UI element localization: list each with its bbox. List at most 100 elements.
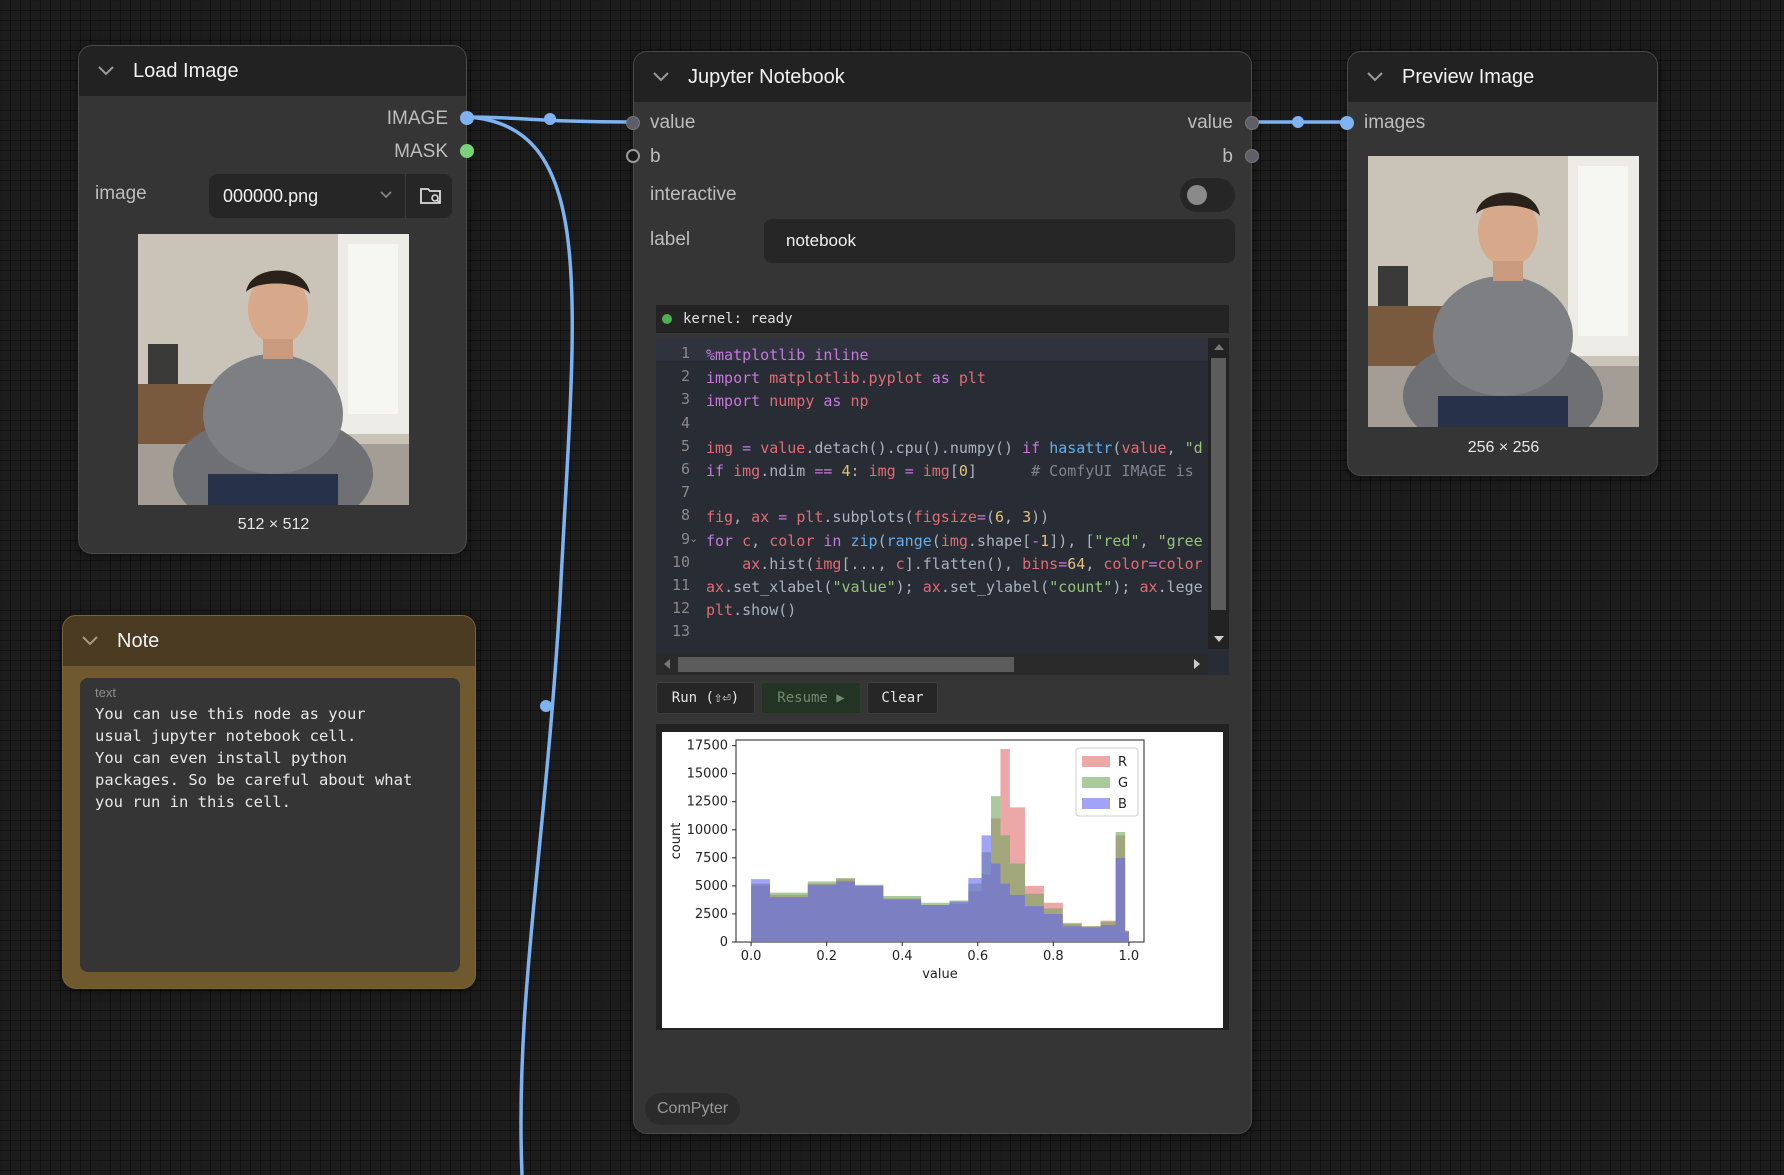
histogram-figure: 0.0 0.2 0.4 0.6 0.8 1.0 0 2500 5000 7500 10000 1250… [662,732,1223,1028]
x-tick-label: 0.2 [816,949,837,964]
scroll-right-icon[interactable] [1194,659,1200,669]
node-header[interactable]: Jupyter Notebook [634,52,1251,102]
y-tick-label: 0 [720,935,728,950]
scroll-left-icon[interactable] [664,659,670,669]
preview-image-node[interactable]: Preview Image images 256 × 256 [1340,51,1658,476]
histogram-chart: 0.0 0.2 0.4 0.6 0.8 1.0 0 2500 5000 7500 10000 1250… [669,739,1145,982]
code-line[interactable]: import matplotlib.pyplot as plt [706,367,1208,390]
x-axis-label: value [922,967,958,982]
chevron-down-icon[interactable] [79,630,101,652]
footer-badge: ComPyter [645,1093,741,1125]
folder-search-icon[interactable] [419,185,443,212]
load-image-node[interactable]: Load Image IMAGE MASK image 000000.png 5… [78,45,474,554]
x-tick-label: 1.0 [1119,949,1140,964]
scrollbar-thumb[interactable] [1211,358,1226,610]
scrollbar-thumb[interactable] [678,657,1014,672]
scroll-down-icon[interactable] [1214,636,1224,642]
chevron-down-icon[interactable] [1364,66,1386,88]
node-header[interactable]: Preview Image [1348,52,1657,102]
code-line[interactable]: plt.show() [706,599,1208,622]
code-line[interactable]: import numpy as np [706,390,1208,413]
code-text[interactable]: %matplotlib inline import matplotlib.pypl… [706,344,1208,645]
image-size-caption: 512 × 512 [237,516,310,533]
code-line[interactable]: ax.set_xlabel("value"); ax.set_ylabel("c… [706,576,1208,599]
note-textarea[interactable]: text You can use this node as your usual… [80,678,460,972]
code-line[interactable]: %matplotlib inline [706,344,1208,367]
code-line[interactable]: fig, ax = plt.subplots(figsize=(6, 3)) [706,506,1208,529]
y-tick-label: 12500 [687,795,728,810]
output-slot-value[interactable]: value [1188,112,1233,134]
output-slot-image[interactable]: IMAGE [387,108,448,130]
input-dot-value[interactable] [626,116,640,130]
chevron-down-icon[interactable] [650,66,672,88]
input-slot-value[interactable]: value [650,112,695,134]
wire-reroute-dot[interactable] [540,700,552,712]
slot-label: value [1187,112,1233,133]
slot-label: value [650,112,696,133]
input-slot-images[interactable]: images [1364,112,1425,134]
line-number: 11 [671,575,690,594]
code-line[interactable]: img = value.detach().cpu().numpy() if ha… [706,437,1208,460]
output-dot-b[interactable] [1245,149,1259,163]
y-tick-label: 15000 [687,767,728,782]
x-tick-label: 0.4 [892,949,913,964]
legend-label-g: G [1118,776,1128,791]
output-dot-mask[interactable] [460,144,474,158]
toggle-knob [1187,185,1207,205]
vertical-scrollbar[interactable] [1208,338,1229,649]
portrait-photo [1368,156,1639,427]
line-number: 9 [680,529,690,548]
resume-button[interactable]: Resume ▶ [761,682,861,714]
image-preview [1368,156,1639,427]
image-select[interactable]: 000000.png [209,174,452,218]
jupyter-notebook-node[interactable]: Jupyter Notebook value b value b interac… [626,51,1259,1134]
y-tick-label: 17500 [687,739,728,754]
clear-button[interactable]: Clear [867,682,938,714]
legend-label-r: R [1118,755,1127,770]
slot-label: b [650,146,661,167]
portrait-photo [138,234,409,505]
output-dot-image[interactable] [460,111,474,125]
input-dot-images[interactable] [1340,116,1354,130]
chevron-down-icon[interactable] [95,60,117,82]
interactive-toggle[interactable] [1180,178,1235,212]
x-tick-label: 0.8 [1043,949,1064,964]
interactive-label: interactive [650,184,737,205]
output-slot-b[interactable]: b [1222,146,1233,168]
code-line[interactable]: for c, color in zip(range(img.shape[-1])… [706,530,1208,553]
output-dot-value[interactable] [1245,116,1259,130]
code-line[interactable]: ax.hist(img[..., c].flatten(), bins=64, … [706,553,1208,576]
chevron-down-icon [379,187,393,205]
line-number: 1 [680,344,690,362]
kernel-status-bar: kernel: ready [656,305,1229,333]
line-number: 2 [680,367,690,386]
code-line[interactable]: if img.ndim == 4: img = img[0] # ComfyUI… [706,460,1208,483]
image-preview [138,234,409,505]
code-editor[interactable]: 1 2 3 4 5 6 7 8 9 ⌄ 10 11 12 13 %matplotl… [656,338,1229,675]
input-dot-b[interactable] [626,149,640,163]
wire-reroute-dot[interactable] [1292,116,1304,128]
node-header[interactable]: Note [63,616,475,666]
output-slot-mask[interactable]: MASK [394,141,448,163]
image-select-value: 000000.png [223,185,319,206]
line-number: 8 [680,506,690,525]
note-node[interactable]: Note text You can use this node as your … [62,615,476,989]
node-title: Note [117,629,160,652]
node-title: Preview Image [1402,65,1535,88]
scroll-up-icon[interactable] [1214,344,1224,350]
line-number: 7 [680,483,690,502]
legend-label-b: B [1118,797,1127,812]
code-line[interactable] [706,414,1208,437]
horizontal-scrollbar[interactable] [656,654,1208,675]
fold-chevron-icon[interactable]: ⌄ [689,532,698,545]
code-line[interactable] [706,622,1208,645]
node-header[interactable]: Load Image [79,46,466,96]
code-line[interactable] [706,483,1208,506]
slot-label: IMAGE [386,108,448,129]
image-widget-label: image [95,183,147,204]
run-button[interactable]: Run (⇧⏎) [656,682,755,714]
label-input[interactable]: notebook [764,219,1235,263]
wire-reroute-dot[interactable] [544,113,556,125]
node-title: Load Image [133,59,239,82]
input-slot-b[interactable]: b [650,146,661,168]
